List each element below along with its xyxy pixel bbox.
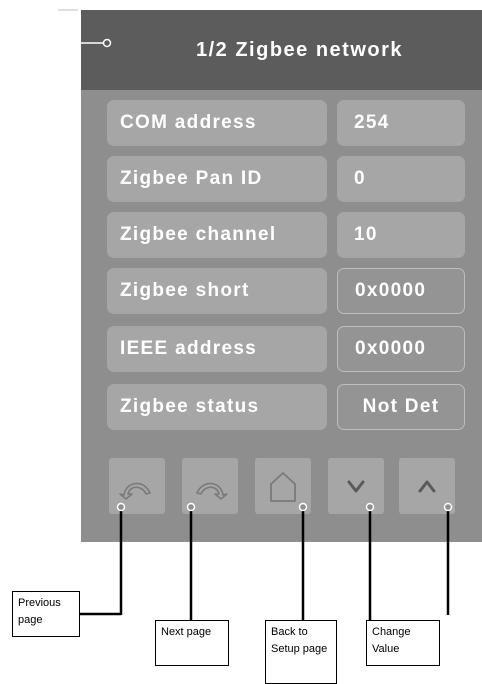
callout-leader-lines [58,9,453,620]
callout-back-to-setup: Back to Setup page [265,620,337,684]
callout-change-value: Change Value [366,620,440,666]
callout-next-page: Next page [155,620,229,666]
callout-previous-page: Previous page [12,591,80,637]
